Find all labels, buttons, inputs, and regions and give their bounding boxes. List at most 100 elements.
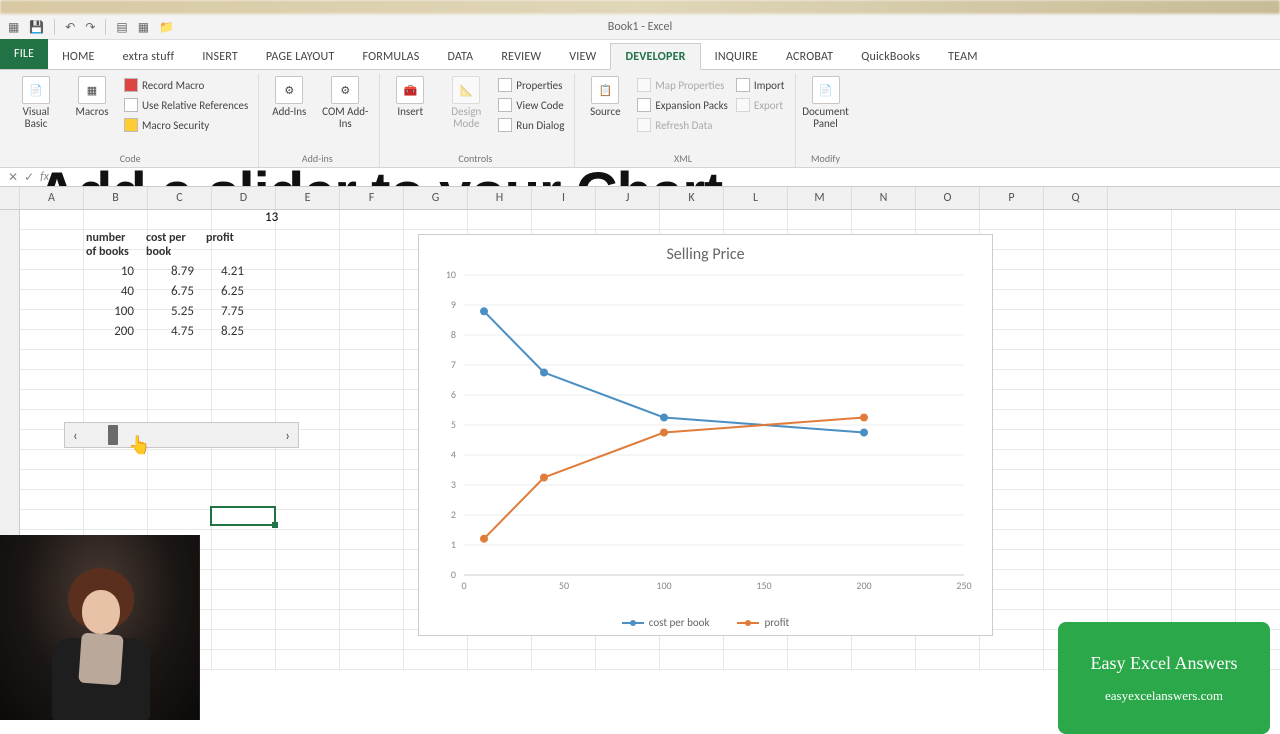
cancel-icon[interactable]: ✕ bbox=[8, 170, 18, 185]
svg-text:3: 3 bbox=[451, 478, 456, 491]
chart-svg: 012345678910050100150200250 bbox=[464, 275, 964, 575]
col-K[interactable]: K bbox=[660, 187, 724, 209]
col-J[interactable]: J bbox=[596, 187, 660, 209]
col-F[interactable]: F bbox=[340, 187, 404, 209]
svg-text:200: 200 bbox=[856, 579, 871, 592]
tab-extra[interactable]: extra stuff bbox=[109, 44, 189, 69]
quick-access-toolbar: ▦ 💾 ↶ ↷ ▤ ▦ 📁 Book1 - Excel bbox=[0, 14, 1280, 40]
active-cell-selection[interactable] bbox=[210, 506, 276, 526]
record-macro-button[interactable]: Record Macro bbox=[124, 76, 248, 94]
col-Q[interactable]: Q bbox=[1044, 187, 1108, 209]
properties-button[interactable]: Properties bbox=[498, 76, 564, 94]
tab-home[interactable]: HOME bbox=[48, 44, 108, 69]
visual-basic-button[interactable]: 📄Visual Basic bbox=[12, 76, 60, 130]
promo-card: Easy Excel Answers easyexcelanswers.com bbox=[1058, 622, 1270, 734]
tab-pagelayout[interactable]: PAGE LAYOUT bbox=[252, 44, 349, 69]
hdr-books: number of books bbox=[84, 230, 144, 262]
col-C[interactable]: C bbox=[148, 187, 212, 209]
slider-right-icon[interactable]: › bbox=[285, 427, 290, 444]
promo-url: easyexcelanswers.com bbox=[1105, 688, 1223, 704]
svg-text:5: 5 bbox=[451, 418, 456, 431]
map-properties-button[interactable]: Map Properties bbox=[637, 76, 727, 94]
folder-icon[interactable]: 📁 bbox=[159, 20, 174, 34]
undo-icon[interactable]: ↶ bbox=[65, 20, 75, 34]
run-dialog-button[interactable]: Run Dialog bbox=[498, 116, 564, 134]
col-A[interactable]: A bbox=[20, 187, 84, 209]
scrollbar-slider-control[interactable]: ‹ › bbox=[64, 422, 299, 448]
redo-icon[interactable]: ↷ bbox=[85, 20, 95, 34]
table-icon[interactable]: ▦ bbox=[138, 20, 149, 34]
tab-formulas[interactable]: FORMULAS bbox=[349, 44, 434, 69]
legend-swatch-2 bbox=[737, 622, 759, 624]
col-G[interactable]: G bbox=[404, 187, 468, 209]
col-L[interactable]: L bbox=[724, 187, 788, 209]
svg-text:100: 100 bbox=[656, 579, 671, 592]
table-row: 406.756.25 bbox=[84, 282, 254, 302]
presenter-camera bbox=[0, 535, 200, 720]
insert-control-button[interactable]: 🧰Insert bbox=[386, 76, 434, 118]
svg-text:1: 1 bbox=[451, 538, 456, 551]
design-mode-button[interactable]: 📐Design Mode bbox=[442, 76, 490, 130]
chart-title: Selling Price bbox=[419, 235, 992, 268]
group-xml: 📋Source Map Properties Expansion Packs R… bbox=[575, 74, 795, 167]
table-row: 2004.758.25 bbox=[84, 322, 254, 342]
col-H[interactable]: H bbox=[468, 187, 532, 209]
tab-team[interactable]: TEAM bbox=[934, 44, 992, 69]
grid-icon[interactable]: ▤ bbox=[116, 20, 127, 34]
hdr-cost: cost per book bbox=[144, 230, 204, 262]
cell-d1[interactable]: 13 bbox=[265, 210, 278, 225]
tab-view[interactable]: VIEW bbox=[555, 44, 610, 69]
col-D[interactable]: D bbox=[212, 187, 276, 209]
svg-text:6: 6 bbox=[451, 388, 456, 401]
plot-area: 012345678910050100150200250 bbox=[464, 275, 964, 575]
col-P[interactable]: P bbox=[980, 187, 1044, 209]
col-I[interactable]: I bbox=[532, 187, 596, 209]
cursor-pointer-icon: 👆 bbox=[128, 434, 150, 456]
refresh-data-button[interactable]: Refresh Data bbox=[637, 116, 727, 134]
expansion-packs-button[interactable]: Expansion Packs bbox=[637, 96, 727, 114]
tab-developer[interactable]: DEVELOPER bbox=[610, 43, 700, 70]
import-button[interactable]: Import bbox=[736, 76, 785, 94]
slider-thumb[interactable] bbox=[108, 425, 118, 445]
embedded-chart[interactable]: Selling Price 01234567891005010015020025… bbox=[418, 234, 993, 636]
slider-left-icon[interactable]: ‹ bbox=[73, 427, 78, 444]
svg-text:4: 4 bbox=[451, 448, 456, 461]
col-N[interactable]: N bbox=[852, 187, 916, 209]
promo-title: Easy Excel Answers bbox=[1091, 653, 1238, 674]
svg-text:2: 2 bbox=[451, 508, 456, 521]
group-controls: 🧰Insert 📐Design Mode Properties View Cod… bbox=[380, 74, 575, 167]
tab-quickbooks[interactable]: QuickBooks bbox=[847, 44, 934, 69]
source-button[interactable]: 📋Source bbox=[581, 76, 629, 118]
tab-data[interactable]: DATA bbox=[433, 44, 487, 69]
view-code-button[interactable]: View Code bbox=[498, 96, 564, 114]
export-button[interactable]: Export bbox=[736, 96, 785, 114]
svg-text:10: 10 bbox=[446, 268, 456, 281]
background-blur bbox=[0, 0, 1280, 14]
tab-review[interactable]: REVIEW bbox=[487, 44, 555, 69]
svg-text:9: 9 bbox=[451, 298, 456, 311]
macro-security-button[interactable]: Macro Security bbox=[124, 116, 248, 134]
save-icon[interactable]: 💾 bbox=[29, 20, 44, 34]
ribbon-tabs: FILE HOME extra stuff INSERT PAGE LAYOUT… bbox=[0, 40, 1280, 70]
table-row: 1005.257.75 bbox=[84, 302, 254, 322]
com-addins-button[interactable]: ⚙COM Add-Ins bbox=[321, 76, 369, 130]
enter-icon[interactable]: ✓ bbox=[24, 170, 34, 185]
table-row: 108.794.21 bbox=[84, 262, 254, 282]
tab-inquire[interactable]: INQUIRE bbox=[701, 44, 772, 69]
col-B[interactable]: B bbox=[84, 187, 148, 209]
addins-button[interactable]: ⚙Add-Ins bbox=[265, 76, 313, 118]
svg-text:0: 0 bbox=[461, 579, 466, 592]
data-table: number of books cost per book profit 108… bbox=[84, 230, 254, 342]
use-relative-button[interactable]: Use Relative References bbox=[124, 96, 248, 114]
tab-file[interactable]: FILE bbox=[0, 39, 48, 69]
col-E[interactable]: E bbox=[276, 187, 340, 209]
legend-swatch-1 bbox=[622, 622, 644, 624]
tab-insert[interactable]: INSERT bbox=[188, 44, 252, 69]
ribbon-body: 📄Visual Basic ▦Macros Record Macro Use R… bbox=[0, 70, 1280, 168]
tab-acrobat[interactable]: ACROBAT bbox=[772, 44, 847, 69]
col-M[interactable]: M bbox=[788, 187, 852, 209]
macros-button[interactable]: ▦Macros bbox=[68, 76, 116, 118]
col-O[interactable]: O bbox=[916, 187, 980, 209]
group-modify: 📄Document Panel Modify bbox=[796, 74, 860, 167]
document-panel-button[interactable]: 📄Document Panel bbox=[802, 76, 850, 130]
